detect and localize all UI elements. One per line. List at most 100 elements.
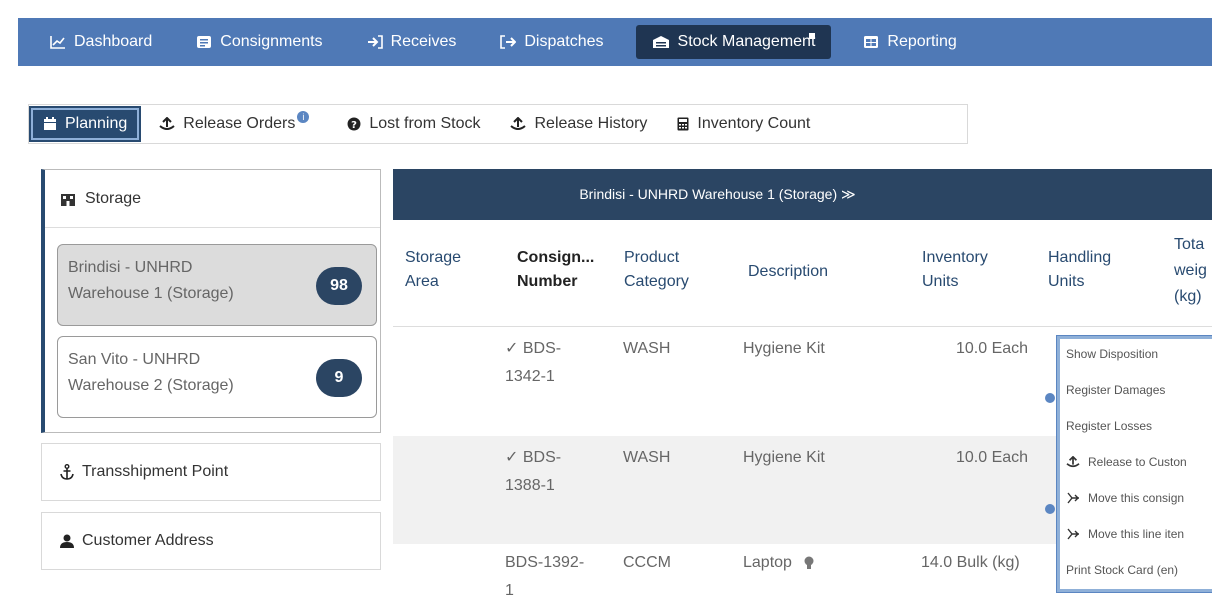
inventory-cell: 14.0 Bulk (kg) [921, 554, 1020, 571]
storage-header[interactable]: Storage [45, 170, 380, 228]
info-badge: i [297, 111, 310, 123]
table-icon [863, 35, 879, 49]
nav-dashboard[interactable]: Dashboard [38, 25, 164, 59]
lightbulb-icon[interactable] [804, 556, 814, 570]
category-cell: WASH [623, 340, 671, 357]
menu-item-move-line-item[interactable]: Move this line iten [1066, 527, 1184, 541]
consignment-number-cell[interactable]: ✓ BDS- 1342-1 [505, 335, 561, 391]
inventory-cell: 10.0 Each [956, 340, 1029, 357]
nav-receives[interactable]: Receives [355, 25, 469, 59]
release-icon [1066, 456, 1080, 468]
anchor-icon [60, 464, 74, 480]
header-line: Tota [1174, 236, 1205, 253]
sub-tabs: Planning Release Orders i ? Lost from St… [28, 104, 968, 144]
tab-inventory-count[interactable]: Inventory Count [665, 115, 822, 133]
cell-text: BDS-1392- [505, 554, 585, 571]
menu-item-label: Move this line iten [1088, 527, 1185, 541]
column-header-description[interactable]: Description [748, 260, 828, 284]
warehouse-title: Brindisi - UNHRD Warehouse 1 (Storage) ≫ [579, 186, 856, 202]
nav-dashboard-label: Dashboard [74, 33, 153, 50]
cell-text: 1342-1 [505, 368, 555, 385]
column-header-handling-units[interactable]: Handling Units [1048, 246, 1111, 294]
consignment-number-cell[interactable]: ✓ BDS- 1388-1 [505, 444, 561, 500]
header-line: (kg) [1174, 288, 1202, 305]
nav-dispatches-label: Dispatches [524, 33, 604, 50]
move-icon [1066, 492, 1080, 504]
sign-in-icon [367, 35, 383, 49]
header-line: Units [1048, 273, 1085, 290]
tab-planning-label: Planning [65, 115, 128, 132]
column-header-consignment-number[interactable]: Consign... Number [517, 246, 594, 294]
menu-item-register-losses[interactable]: Register Losses [1066, 419, 1152, 433]
cell-text: 1 [505, 582, 514, 599]
question-circle-icon: ? [347, 117, 361, 131]
tab-planning[interactable]: Planning [31, 108, 140, 140]
warehouse-count-badge: 98 [316, 267, 362, 305]
top-navigation: Dashboard Consignments Receives Dispatch… [18, 18, 1212, 66]
svg-text:?: ? [351, 120, 357, 131]
header-line: weig [1174, 262, 1207, 279]
customer-address-section[interactable]: Customer Address [41, 512, 381, 570]
move-icon [1066, 528, 1080, 540]
context-menu: Show Disposition Register Damages Regist… [1057, 336, 1212, 592]
info-icon[interactable] [1045, 393, 1055, 403]
calendar-icon [43, 117, 57, 131]
column-header-inventory-units[interactable]: Inventory Units [922, 246, 988, 294]
tab-lost-from-stock-label: Lost from Stock [369, 115, 481, 132]
warehouse-title-bar[interactable]: Brindisi - UNHRD Warehouse 1 (Storage) ≫ [393, 169, 1212, 220]
consignment-number-cell[interactable]: BDS-1392- 1 [505, 549, 584, 605]
menu-item-label: Show Disposition [1066, 347, 1159, 361]
storage-panel: Storage Brindisi - UNHRD Warehouse 1 (St… [41, 169, 381, 433]
menu-item-label: Move this consign [1088, 491, 1185, 505]
header-line: Area [405, 273, 439, 290]
tab-release-orders[interactable]: Release Orders i [147, 111, 321, 133]
column-header-total-weight[interactable]: Tota weig (kg) [1174, 232, 1207, 310]
menu-item-label: Print Stock Card (en) [1066, 563, 1179, 577]
cell-text: 1388-1 [505, 477, 555, 494]
nav-stock-management-label: Stock Management [677, 33, 816, 50]
menu-item-print-stock-card[interactable]: Print Stock Card (en) [1066, 563, 1178, 577]
info-icon[interactable] [1045, 504, 1055, 514]
header-line: Product [624, 249, 680, 266]
nav-consignments-label: Consignments [220, 33, 323, 50]
header-line: Units [922, 273, 959, 290]
header-line: Category [624, 273, 689, 290]
menu-item-move-consignment[interactable]: Move this consign [1066, 491, 1184, 505]
column-header-product-category[interactable]: Product Category [624, 246, 689, 294]
header-line: Number [517, 273, 578, 290]
column-header-storage-area[interactable]: Storage Area [405, 246, 461, 294]
description-text: Laptop [743, 554, 792, 571]
tab-release-orders-label: Release Orders [183, 115, 296, 132]
tab-lost-from-stock[interactable]: ? Lost from Stock [335, 115, 492, 133]
warehouse-count-badge: 9 [316, 359, 362, 397]
release-icon [159, 117, 175, 131]
transshipment-point-section[interactable]: Transshipment Point [41, 443, 381, 501]
header-line: Handling [1048, 249, 1112, 266]
nav-receives-label: Receives [390, 33, 457, 50]
header-line: Description [748, 263, 829, 280]
release-icon [510, 117, 527, 131]
menu-item-register-damages[interactable]: Register Damages [1066, 383, 1165, 397]
cell-text: ✓ BDS- [505, 449, 562, 466]
nav-stock-management[interactable]: Stock Management [635, 25, 832, 59]
customer-address-label: Customer Address [82, 532, 214, 549]
warehouse-card[interactable]: Brindisi - UNHRD Warehouse 1 (Storage) 9… [57, 244, 377, 326]
menu-item-show-disposition[interactable]: Show Disposition [1066, 347, 1158, 361]
nav-consignments[interactable]: Consignments [184, 25, 334, 59]
tab-release-history[interactable]: Release History [498, 115, 659, 133]
calculator-icon [677, 117, 689, 131]
menu-item-release-to-customer[interactable]: Release to Custon [1066, 455, 1187, 469]
category-cell: CCCM [623, 554, 671, 571]
nav-dispatches[interactable]: Dispatches [488, 25, 615, 59]
transshipment-label: Transshipment Point [82, 463, 229, 480]
description-cell: Hygiene Kit [743, 340, 825, 357]
tab-release-history-label: Release History [534, 115, 648, 132]
menu-item-label: Register Losses [1066, 419, 1153, 433]
description-cell: Hygiene Kit [743, 449, 825, 466]
storage-label: Storage [85, 189, 142, 207]
building-icon [61, 192, 75, 206]
cell-text: ✓ BDS- [505, 340, 562, 357]
warehouse-card[interactable]: San Vito - UNHRD Warehouse 2 (Storage) 9 [57, 336, 377, 418]
user-icon [60, 534, 74, 548]
nav-reporting[interactable]: Reporting [851, 25, 968, 59]
